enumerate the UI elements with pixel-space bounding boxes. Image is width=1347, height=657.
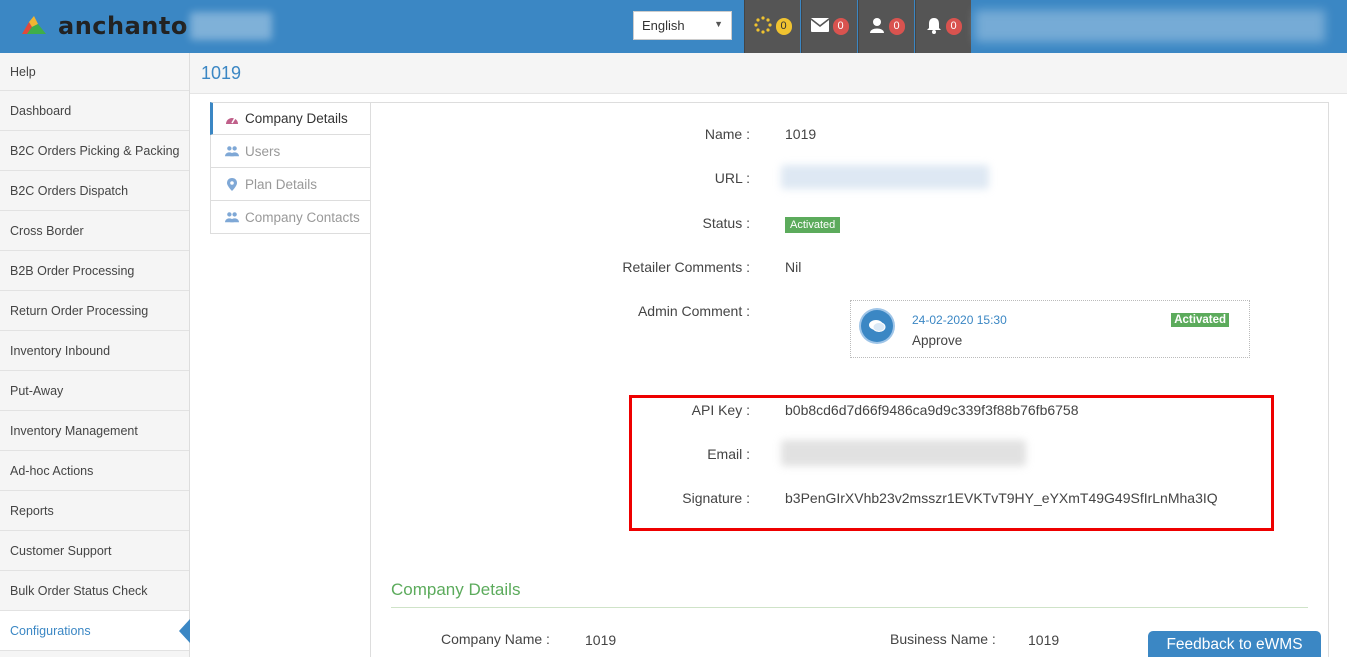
envelope-icon: [810, 18, 829, 35]
messages-button[interactable]: 0: [801, 0, 857, 53]
blurred-url-value: [781, 165, 989, 189]
sidebar-nav: Help Dashboard B2C Orders Picking & Pack…: [0, 53, 190, 657]
top-navbar: anchanto English ▼ 0 0 0 0: [0, 0, 1347, 53]
dashboard-gauge-icon: [225, 112, 239, 126]
sidebar-item-reports[interactable]: Reports: [0, 491, 189, 531]
tab-company-contacts[interactable]: Company Contacts: [210, 201, 371, 234]
language-value: English: [642, 18, 685, 33]
api-key-value: b0b8cd6d7d66f9486ca9d9c339f3f88b76fb6758: [785, 402, 1079, 418]
business-name-value: 1019: [1028, 632, 1060, 648]
company-details-panel: Name : 1019 URL : Status : Activated Ret…: [370, 102, 1329, 657]
notifications-button[interactable]: 0: [915, 0, 971, 53]
status-badge: Activated: [785, 217, 841, 233]
comment-bubble-icon: [861, 310, 893, 342]
sidebar-item-put-away[interactable]: Put-Away: [0, 371, 189, 411]
status-label: Status :: [702, 215, 750, 231]
sidebar-item-return-order-processing[interactable]: Return Order Processing: [0, 291, 189, 331]
language-select[interactable]: English ▼: [633, 11, 732, 40]
tab-plan-details[interactable]: Plan Details: [210, 168, 371, 201]
api-key-label: API Key :: [691, 402, 750, 418]
sidebar-item-cross-border[interactable]: Cross Border: [0, 211, 189, 251]
sidebar-item-help[interactable]: Help: [0, 53, 189, 91]
company-details-section-title: Company Details: [391, 580, 521, 599]
blurred-user-area: [975, 10, 1325, 42]
sidebar-item-inventory-management[interactable]: Inventory Management: [0, 411, 189, 451]
tasks-count-badge: 0: [775, 18, 792, 35]
notifications-count-badge: 0: [945, 18, 962, 35]
chevron-down-icon: ▼: [714, 19, 723, 29]
detail-tabs: Company Details Users Plan Details Compa…: [210, 102, 371, 234]
users-group-icon: [225, 144, 239, 158]
map-marker-icon: [225, 177, 239, 191]
admin-comment-card: 24-02-2020 15:30 Activated Approve: [850, 300, 1250, 358]
bell-icon: [926, 17, 942, 37]
messages-count-badge: 0: [832, 18, 849, 35]
status-value-wrap: Activated: [785, 215, 841, 233]
active-pointer-icon: [179, 619, 190, 643]
company-name-value: 1019: [585, 632, 617, 648]
signature-label: Signature :: [682, 490, 750, 506]
comment-date: 24-02-2020 15:30: [912, 313, 1007, 327]
tab-users[interactable]: Users: [210, 135, 371, 168]
breadcrumb: 1019: [190, 53, 1347, 94]
name-label: Name :: [704, 126, 750, 142]
sidebar-item-bulk-order-status[interactable]: Bulk Order Status Check: [0, 571, 189, 611]
sidebar-item-b2b-order-processing[interactable]: B2B Order Processing: [0, 251, 189, 291]
tasks-button[interactable]: 0: [744, 0, 800, 53]
sidebar-item-configurations[interactable]: Configurations: [0, 611, 190, 651]
feedback-button[interactable]: Feedback to eWMS: [1148, 631, 1321, 657]
retailer-comments-label: Retailer Comments :: [622, 259, 750, 275]
users-count-badge: 0: [888, 18, 905, 35]
url-label: URL :: [714, 170, 750, 186]
company-name-label: Company Name :: [441, 631, 550, 647]
business-name-label: Business Name :: [890, 631, 996, 647]
admin-comment-label: Admin Comment :: [637, 303, 750, 319]
sidebar-item-b2c-dispatch[interactable]: B2C Orders Dispatch: [0, 171, 189, 211]
user-icon: [869, 17, 885, 36]
sidebar-item-adhoc-actions[interactable]: Ad-hoc Actions: [0, 451, 189, 491]
tab-company-details[interactable]: Company Details: [210, 102, 371, 135]
section-divider: [391, 607, 1308, 608]
retailer-comments-value: Nil: [785, 259, 802, 275]
users-button[interactable]: 0: [858, 0, 914, 53]
signature-value: b3PenGIrXVhb23v2msszr1EVKTvT9HY_eYXmT49G…: [785, 490, 1218, 506]
anchanto-logo[interactable]: anchanto: [20, 10, 188, 42]
email-label: Email :: [707, 446, 750, 462]
comment-status-badge: Activated: [1171, 313, 1229, 327]
contacts-group-icon: [225, 210, 239, 224]
blurred-account-name: [190, 12, 272, 40]
logo-text: anchanto: [58, 12, 188, 40]
page-title: 1019: [201, 63, 242, 83]
sidebar-item-customer-support[interactable]: Customer Support: [0, 531, 189, 571]
sidebar-item-inventory-inbound[interactable]: Inventory Inbound: [0, 331, 189, 371]
comment-text: Approve: [912, 333, 963, 348]
name-value: 1019: [785, 126, 817, 142]
logo-mark-icon: [20, 16, 48, 36]
sidebar-item-dashboard[interactable]: Dashboard: [0, 91, 189, 131]
blurred-email-value: [781, 440, 1026, 466]
sidebar-item-b2c-picking-packing[interactable]: B2C Orders Picking & Packing: [0, 131, 189, 171]
spinner-icon: [753, 16, 772, 37]
